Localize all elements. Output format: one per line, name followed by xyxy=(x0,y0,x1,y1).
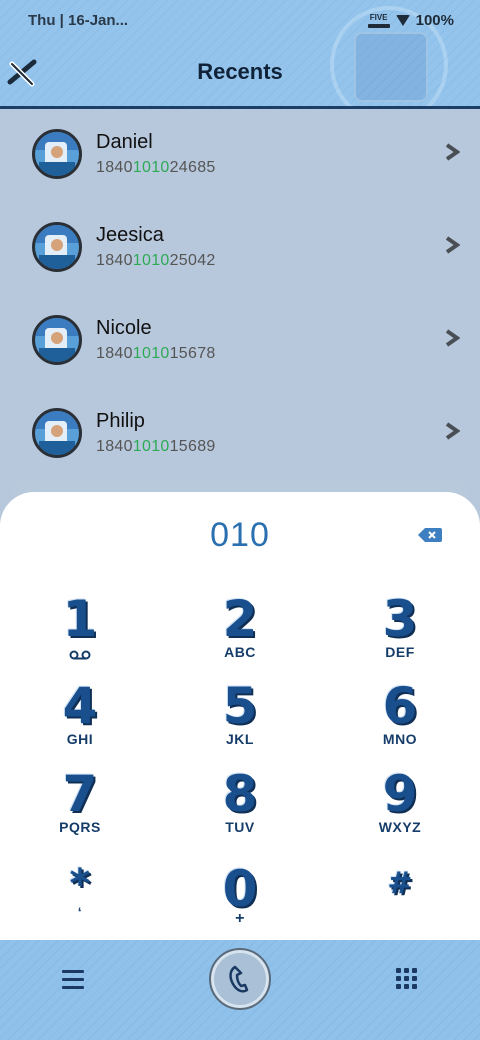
dialed-number[interactable]: 010 xyxy=(0,516,480,555)
phone-icon xyxy=(229,965,249,993)
contact-name: Nicole xyxy=(96,317,152,339)
chevron-right-icon[interactable] xyxy=(444,422,460,440)
dial-key-5[interactable]: 5 JKL xyxy=(185,679,295,763)
chevron-right-icon[interactable] xyxy=(444,236,460,254)
battery-level: 100% xyxy=(415,12,454,29)
avatar xyxy=(32,315,82,365)
dial-key-2[interactable]: 2 ABC xyxy=(185,592,295,676)
dial-key-7[interactable]: 7 PQRS xyxy=(25,767,135,851)
page-title: Recents xyxy=(197,59,283,84)
dial-key-8[interactable]: 8 TUV xyxy=(185,767,295,851)
dialer-panel: 010 1 2 ABC 3 DEF 4 GHI 5 JKL 6 MNO 7 PQ… xyxy=(0,492,480,952)
contact-number: 1840101024685 xyxy=(96,159,216,176)
wifi-icon xyxy=(395,15,410,26)
contact-number: 1840101025042 xyxy=(96,252,216,269)
chevron-right-icon[interactable] xyxy=(444,143,460,161)
recent-item-philip[interactable]: Philip 1840101015689 xyxy=(0,388,480,481)
dial-key-0[interactable]: 0 + xyxy=(185,862,295,946)
contact-name: Philip xyxy=(96,410,145,432)
network-indicator: FIVE xyxy=(367,12,390,28)
recent-item-jeesica[interactable]: Jeesica 1840101025042 xyxy=(0,202,480,295)
contact-name: Jeesica xyxy=(96,224,164,246)
status-bar-right: FIVE 100% xyxy=(367,12,454,29)
contact-number: 1840101015678 xyxy=(96,345,216,362)
menu-icon[interactable] xyxy=(62,970,84,989)
chevron-right-icon[interactable] xyxy=(444,329,460,347)
avatar xyxy=(32,408,82,458)
recent-item-nicole[interactable]: Nicole 1840101015678 xyxy=(0,295,480,388)
avatar xyxy=(32,129,82,179)
bottom-bar xyxy=(0,940,480,1040)
network-label: FIVE xyxy=(369,12,388,22)
dial-key-6[interactable]: 6 MNO xyxy=(345,679,455,763)
call-button[interactable] xyxy=(209,948,271,1010)
voicemail-icon xyxy=(69,650,91,660)
dial-key-1[interactable]: 1 xyxy=(25,592,135,676)
header-bar: Thu | 16-Jan... FIVE 100% Recents xyxy=(0,0,480,109)
backspace-icon[interactable] xyxy=(418,528,442,542)
recent-item-daniel[interactable]: Daniel 1840101024685 xyxy=(0,109,480,202)
dial-key-4[interactable]: 4 GHI xyxy=(25,679,135,763)
dial-key-star[interactable]: * ‘ xyxy=(25,862,135,946)
dialpad-grid-icon[interactable] xyxy=(396,968,418,990)
avatar xyxy=(32,222,82,272)
recents-list: Daniel 1840101024685 Jeesica 18401010250… xyxy=(0,109,480,481)
dial-key-9[interactable]: 9 WXYZ xyxy=(345,767,455,851)
contact-name: Daniel xyxy=(96,131,153,153)
contact-number: 1840101015689 xyxy=(96,438,216,455)
dial-key-hash[interactable]: # xyxy=(345,862,455,946)
status-time: Thu | 16-Jan... xyxy=(28,12,129,29)
dial-key-3[interactable]: 3 DEF xyxy=(345,592,455,676)
